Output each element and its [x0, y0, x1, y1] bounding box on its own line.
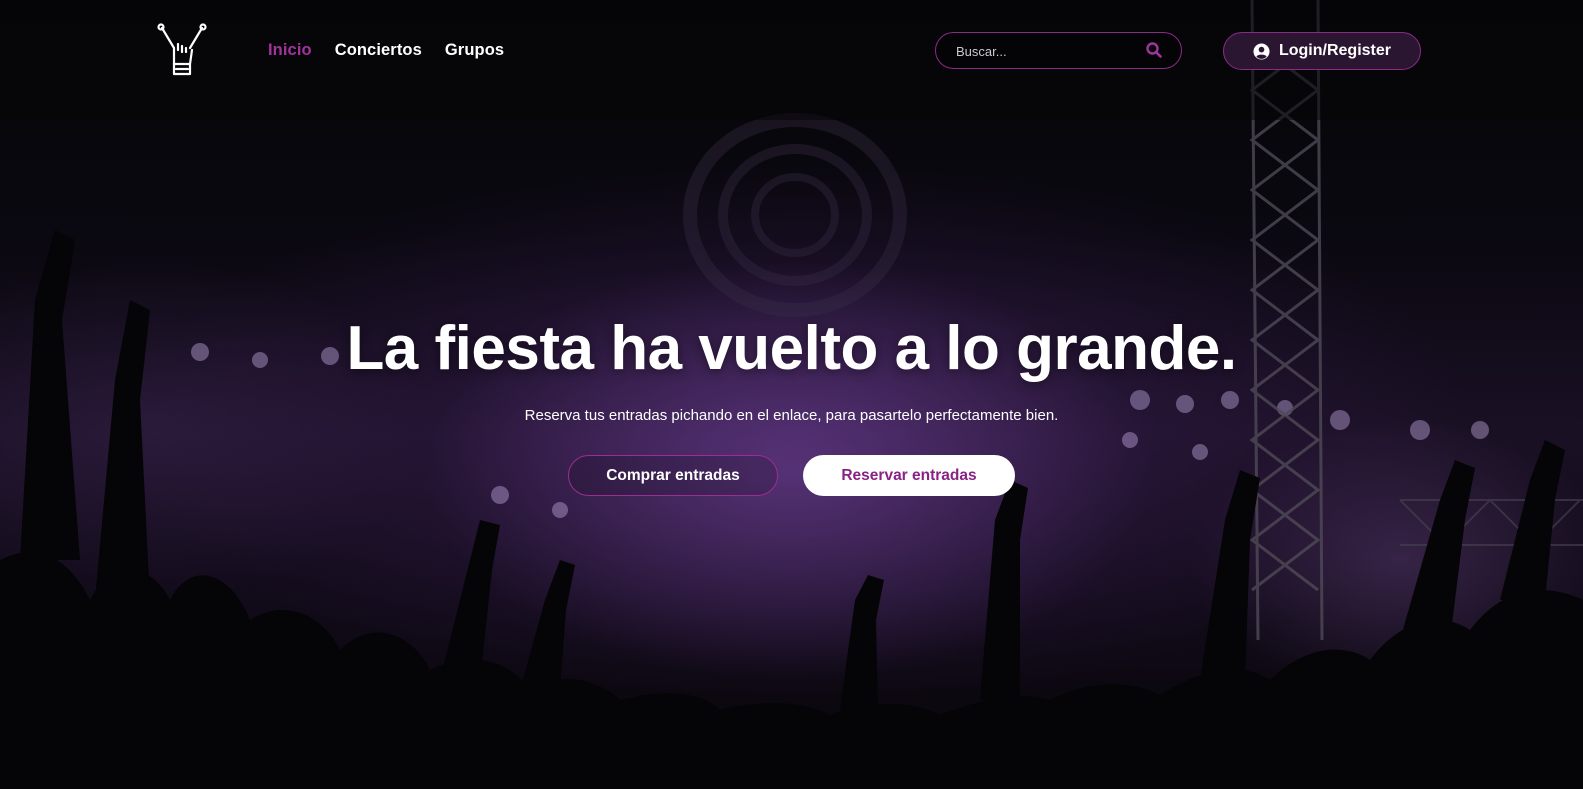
- search-icon[interactable]: [1146, 42, 1162, 58]
- login-register-button[interactable]: Login/Register: [1223, 32, 1421, 70]
- nav-link-conciertos[interactable]: Conciertos: [335, 41, 422, 60]
- search-box: [935, 32, 1182, 69]
- reserve-tickets-button[interactable]: Reservar entradas: [803, 455, 1015, 496]
- hero-subtitle: Reserva tus entradas pichando en el enla…: [524, 407, 1059, 424]
- user-circle-icon: [1253, 42, 1270, 60]
- search-input[interactable]: [954, 33, 1143, 69]
- hero-background: [0, 0, 1583, 789]
- concert-crowd-illustration: [0, 0, 1583, 789]
- main-nav: Inicio Conciertos Grupos: [268, 41, 504, 60]
- navbar: Inicio Conciertos Grupos Login/Register: [0, 0, 1583, 105]
- rock-hand-icon: [157, 23, 207, 76]
- nav-link-inicio[interactable]: Inicio: [268, 41, 312, 60]
- buy-tickets-button[interactable]: Comprar entradas: [568, 455, 778, 496]
- nav-link-grupos[interactable]: Grupos: [445, 41, 504, 60]
- hero-title: La fiesta ha vuelto a lo grande.: [346, 314, 1237, 383]
- logo[interactable]: [154, 22, 210, 78]
- login-register-label: Login/Register: [1278, 42, 1391, 59]
